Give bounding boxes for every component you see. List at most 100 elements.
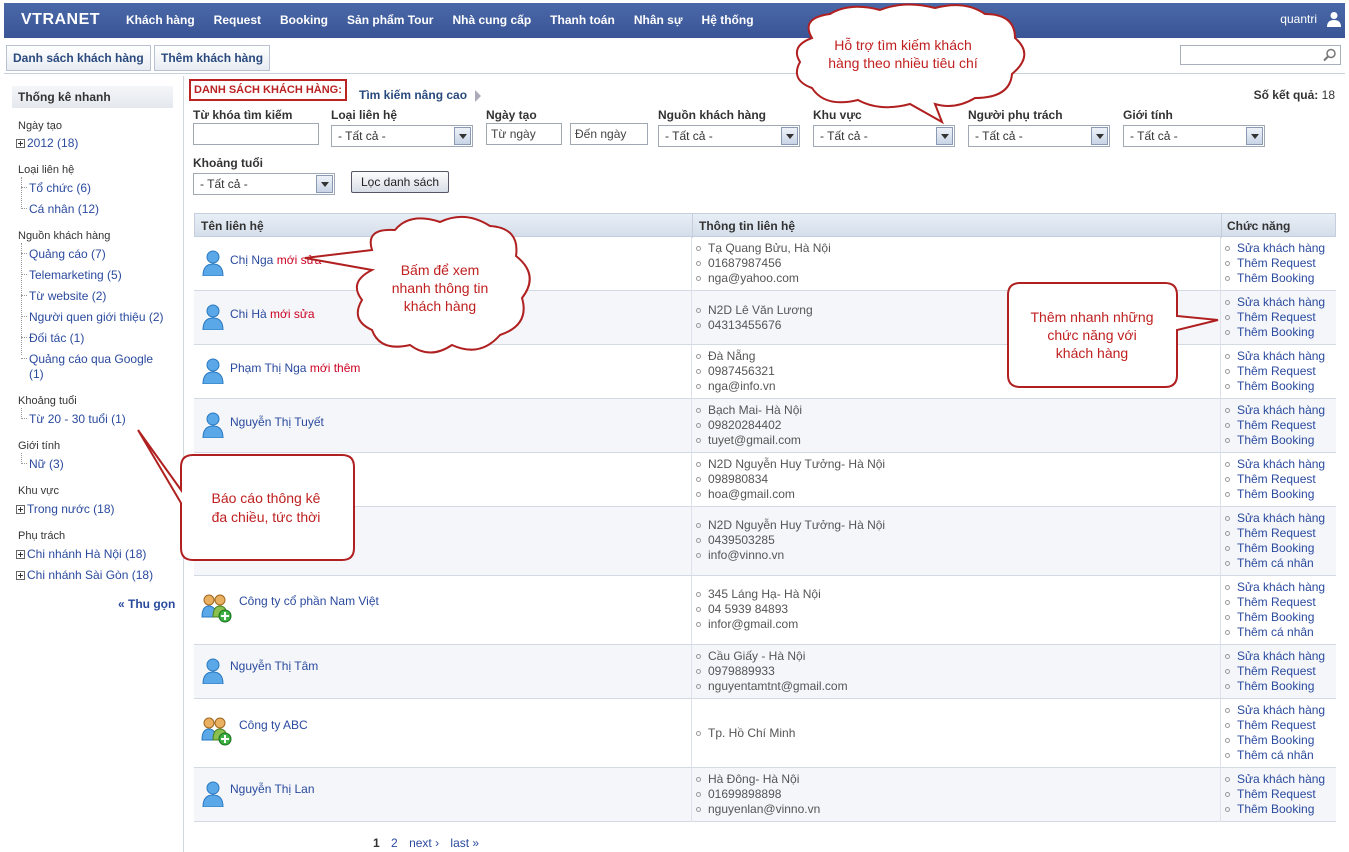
nav-nha-cung-cap[interactable]: Nhà cung cấp (452, 13, 531, 27)
add-booking-link[interactable]: Thêm Booking (1225, 487, 1325, 502)
sidebar-item-cn-ha-noi[interactable]: Chi nhánh Hà Nội (18) (16, 547, 146, 561)
contact-name[interactable]: Công ty cổ phần Nam Việt (239, 594, 379, 608)
add-booking-link[interactable]: Thêm Booking (1225, 802, 1325, 817)
nav-request[interactable]: Request (214, 13, 261, 27)
add-booking-link[interactable]: Thêm Booking (1225, 325, 1325, 340)
sidebar-item-google[interactable]: Quảng cáo qua Google (29, 352, 153, 366)
nav-thanh-toan[interactable]: Thanh toán (550, 13, 615, 27)
contact-type-select[interactable]: - Tất cả - (331, 125, 473, 147)
sidebar-item-cn-sai-gon[interactable]: Chi nhánh Sài Gòn (18) (16, 568, 153, 582)
user-icon[interactable] (1327, 11, 1341, 27)
sidebar-item-google-count[interactable]: (1) (29, 367, 44, 381)
sidebar-item-telemarketing[interactable]: Telemarketing (5) (29, 268, 122, 282)
add-booking-link[interactable]: Thêm Booking (1225, 541, 1325, 556)
page-1[interactable]: 1 (373, 836, 380, 850)
edit-customer-link[interactable]: Sửa khách hàng (1225, 349, 1325, 364)
add-request-link[interactable]: Thêm Request (1225, 664, 1325, 679)
sidebar-item-trong-nuoc[interactable]: Trong nước (18) (16, 502, 115, 516)
next-link[interactable]: next › (409, 836, 439, 850)
contact-name[interactable]: Nguyễn Thị Tuyết (230, 415, 324, 429)
sidebar-item-2012[interactable]: 2012 (18) (16, 136, 78, 150)
sidebar-item-quang-cao[interactable]: Quảng cáo (7) (29, 247, 106, 261)
add-booking-link[interactable]: Thêm Booking (1225, 679, 1325, 694)
contact-name[interactable]: Công ty ABC (239, 718, 308, 732)
collapse-link[interactable]: « Thu gọn (118, 597, 175, 611)
edit-customer-link[interactable]: Sửa khách hàng (1225, 403, 1325, 418)
add-booking-link[interactable]: Thêm Booking (1225, 271, 1325, 286)
expand-icon[interactable] (16, 571, 25, 580)
add-request-link[interactable]: Thêm Request (1225, 364, 1325, 379)
sidebar-item-doi-tac[interactable]: Đối tác (1) (29, 331, 84, 345)
add-booking-link[interactable]: Thêm Booking (1225, 610, 1325, 625)
nav-khach-hang[interactable]: Khách hàng (126, 13, 195, 27)
add-request-link[interactable]: Thêm Request (1225, 310, 1325, 325)
sidebar-item-nguoi-quen[interactable]: Người quen giới thiệu (2) (29, 310, 164, 324)
chevron-down-icon[interactable] (781, 127, 798, 145)
sidebar-item-website[interactable]: Từ website (2) (29, 289, 106, 303)
add-person-link[interactable]: Thêm cá nhân (1225, 625, 1325, 640)
from-date-input[interactable]: Từ ngày (486, 123, 562, 145)
expand-icon[interactable] (16, 550, 25, 559)
add-request-link[interactable]: Thêm Request (1225, 526, 1325, 541)
contact-name[interactable]: Chị Nga mới sửa (230, 253, 321, 267)
age-select[interactable]: - Tất cả - (193, 173, 335, 195)
chevron-down-icon[interactable] (1091, 127, 1108, 145)
contact-name[interactable]: Nguyễn Thị Lan (230, 782, 315, 796)
add-booking-link[interactable]: Thêm Booking (1225, 433, 1325, 448)
add-request-link[interactable]: Thêm Request (1225, 418, 1325, 433)
contact-name[interactable]: Phạm Thị Nga mới thêm (230, 361, 360, 375)
source-select[interactable]: - Tất cả - (658, 125, 800, 147)
add-request-link[interactable]: Thêm Request (1225, 472, 1325, 487)
edit-customer-link[interactable]: Sửa khách hàng (1225, 649, 1325, 664)
edit-customer-link[interactable]: Sửa khách hàng (1225, 457, 1325, 472)
contact-name[interactable]: Chi Hà mới sửa (230, 307, 315, 321)
add-request-link[interactable]: Thêm Request (1225, 787, 1325, 802)
arrow-right-icon[interactable] (475, 90, 481, 102)
edit-customer-link[interactable]: Sửa khách hàng (1225, 511, 1325, 526)
header-name[interactable]: Tên liên hệ (201, 219, 264, 233)
add-person-link[interactable]: Thêm cá nhân (1225, 748, 1325, 763)
sidebar-item-ca-nhan[interactable]: Cá nhân (12) (29, 202, 99, 216)
region-select[interactable]: - Tất cả - (813, 125, 955, 147)
search-icon[interactable] (1323, 48, 1337, 62)
sidebar-item-age-20-30[interactable]: Từ 20 - 30 tuổi (1) (29, 412, 126, 426)
owner-select[interactable]: - Tất cả - (968, 125, 1110, 147)
add-booking-link[interactable]: Thêm Booking (1225, 379, 1325, 394)
tab-customer-list[interactable]: Danh sách khách hàng (6, 45, 151, 71)
nav-he-thong[interactable]: Hệ thống (702, 13, 754, 27)
last-link[interactable]: last » (450, 836, 479, 850)
edit-customer-link[interactable]: Sửa khách hàng (1225, 772, 1325, 787)
nav-san-pham-tour[interactable]: Sản phẩm Tour (347, 13, 433, 27)
contact-name[interactable]: Nguyễn Thị Tâm (230, 659, 318, 673)
add-booking-link[interactable]: Thêm Booking (1225, 733, 1325, 748)
edit-customer-link[interactable]: Sửa khách hàng (1225, 703, 1325, 718)
edit-customer-link[interactable]: Sửa khách hàng (1225, 295, 1325, 310)
expand-icon[interactable] (16, 139, 25, 148)
nav-booking[interactable]: Booking (280, 13, 328, 27)
to-date-input[interactable]: Đến ngày (570, 123, 648, 145)
app-logo[interactable]: VTRANET (21, 11, 100, 29)
chevron-down-icon[interactable] (1246, 127, 1263, 145)
chevron-down-icon[interactable] (936, 127, 953, 145)
page-2[interactable]: 2 (391, 836, 398, 850)
add-person-link[interactable]: Thêm cá nhân (1225, 556, 1325, 571)
edit-customer-link[interactable]: Sửa khách hàng (1225, 241, 1325, 256)
username[interactable]: quantri (1280, 12, 1317, 26)
chevron-down-icon[interactable] (454, 127, 471, 145)
nav-nhan-su[interactable]: Nhân sự (634, 13, 683, 27)
sidebar-item-nu[interactable]: Nữ (3) (29, 457, 64, 471)
advanced-search-link[interactable]: Tìm kiếm nâng cao (359, 88, 467, 102)
tab-add-customer[interactable]: Thêm khách hàng (154, 45, 271, 71)
gender-select[interactable]: - Tất cả - (1123, 125, 1265, 147)
edit-customer-link[interactable]: Sửa khách hàng (1225, 580, 1325, 595)
expand-icon[interactable] (16, 505, 25, 514)
add-request-link[interactable]: Thêm Request (1225, 595, 1325, 610)
keyword-input[interactable] (193, 123, 319, 145)
filter-button[interactable]: Lọc danh sách (351, 171, 449, 193)
add-request-link[interactable]: Thêm Request (1225, 256, 1325, 271)
add-request-link[interactable]: Thêm Request (1225, 718, 1325, 733)
user-menu[interactable]: quantri (1280, 11, 1341, 27)
search-input[interactable] (1180, 45, 1341, 65)
sidebar-item-to-chuc[interactable]: Tổ chức (6) (29, 181, 91, 195)
chevron-down-icon[interactable] (316, 175, 333, 193)
